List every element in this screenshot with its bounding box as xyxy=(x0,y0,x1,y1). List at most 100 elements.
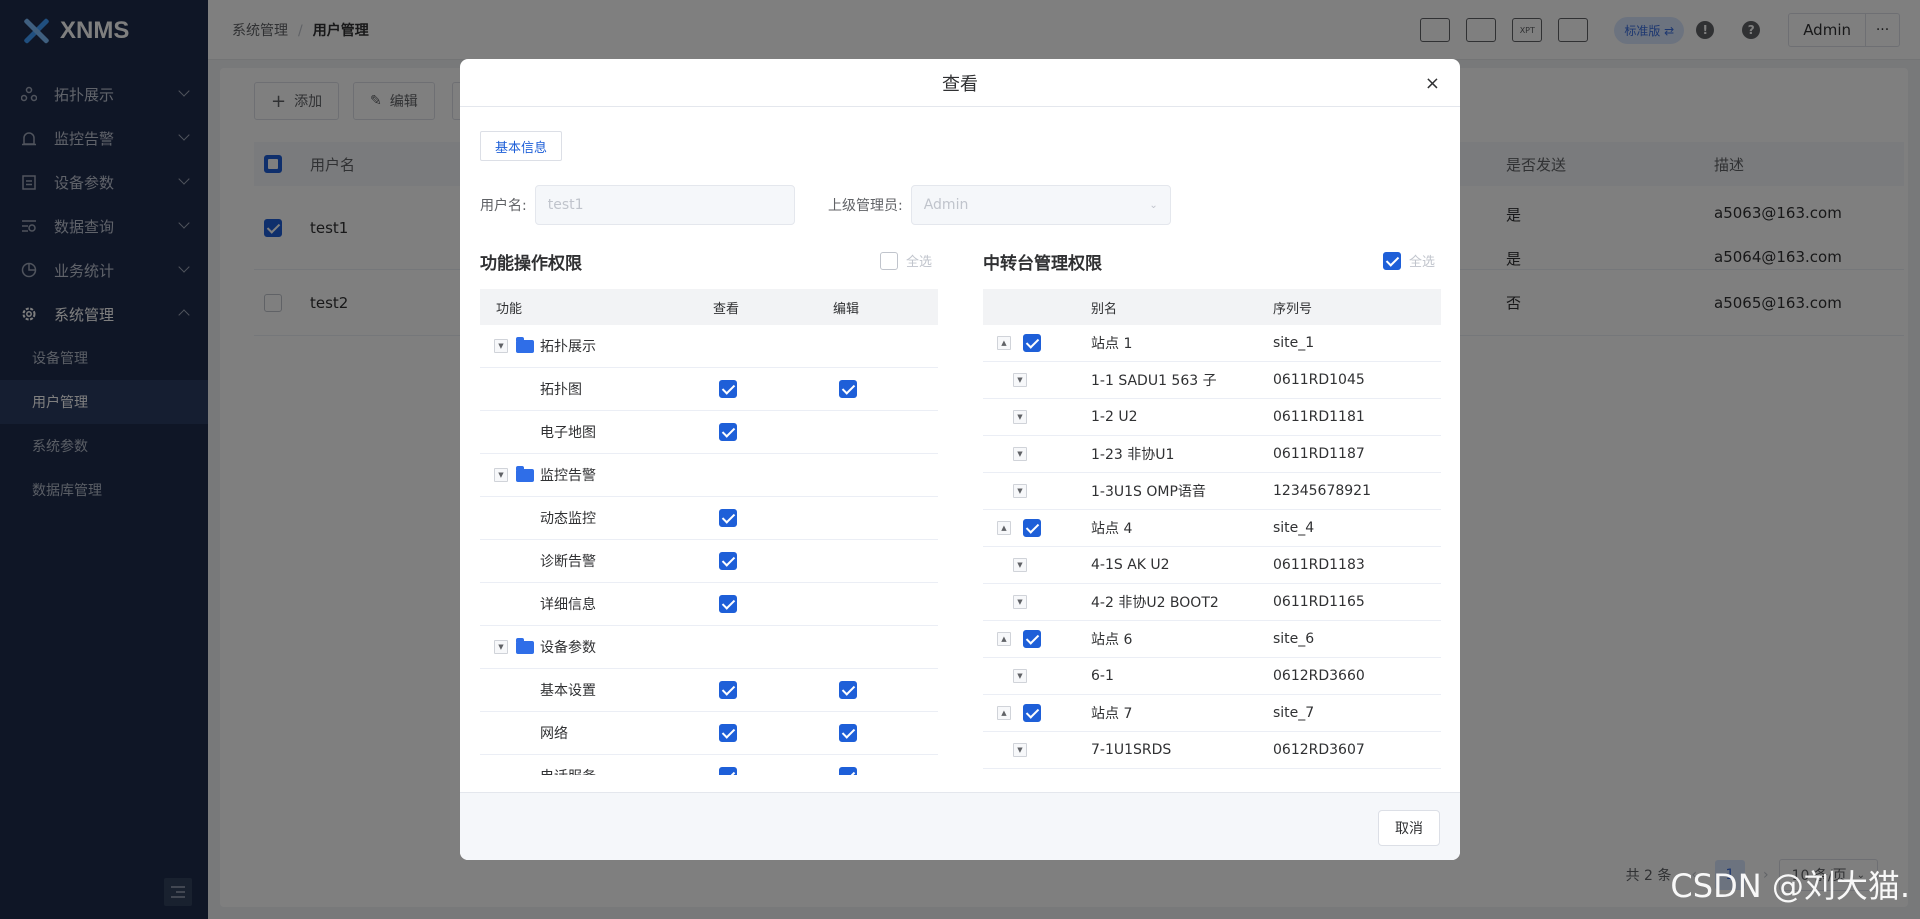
cell-serial: 0611RD1165 xyxy=(1273,594,1365,610)
manager-label: 上级管理员: xyxy=(828,198,903,214)
func-group-row: ▼ 拓扑展示 xyxy=(480,325,938,368)
cancel-button[interactable]: 取消 xyxy=(1378,810,1440,846)
site-checkbox[interactable] xyxy=(1023,519,1041,537)
site-checkbox[interactable] xyxy=(1023,704,1041,722)
edit-checkbox[interactable] xyxy=(839,724,857,742)
edit-checkbox[interactable] xyxy=(839,681,857,699)
edit-checkbox[interactable] xyxy=(839,767,857,775)
chevron-down-icon: ⌄ xyxy=(1149,199,1158,211)
view-checkbox[interactable] xyxy=(719,509,737,527)
collapse-toggle-icon[interactable]: ▼ xyxy=(1013,558,1027,572)
relay-site-row: ▲ 站点 7 site_7 xyxy=(983,695,1441,732)
collapse-toggle-icon[interactable]: ▼ xyxy=(1013,669,1027,683)
collapse-toggle-icon[interactable]: ▼ xyxy=(1013,410,1027,424)
dialog-footer: 取消 xyxy=(460,792,1460,860)
item-label: 详细信息 xyxy=(540,597,596,613)
username-label: 用户名: xyxy=(480,198,527,214)
column-edit: 编辑 xyxy=(833,301,860,317)
relay-select-all-checkbox[interactable] xyxy=(1383,251,1401,270)
collapse-toggle-icon[interactable]: ▼ xyxy=(494,468,508,482)
view-checkbox[interactable] xyxy=(719,423,737,441)
relay-device-row: ▼ 1-1 SADU1 563 子 0611RD1045 xyxy=(983,362,1441,399)
relay-select-all[interactable]: 全选 xyxy=(1383,251,1435,270)
edit-checkbox[interactable] xyxy=(839,380,857,398)
table-header: 别名 序列号 xyxy=(983,289,1441,325)
cell-alias: 1-2 U2 xyxy=(1091,409,1138,425)
username-field[interactable]: test1 xyxy=(534,185,795,225)
folder-icon xyxy=(516,465,534,482)
username-field-row: 用户名: test1 xyxy=(480,185,795,225)
view-checkbox[interactable] xyxy=(719,681,737,699)
view-checkbox[interactable] xyxy=(719,595,737,613)
view-checkbox[interactable] xyxy=(719,380,737,398)
table-header: 功能 查看 编辑 xyxy=(480,289,938,325)
relay-perm-table: 别名 序列号 ▲ 站点 1 site_1 ▼ 1-1 SADU1 563 子 0611RD… xyxy=(983,289,1441,769)
relay-device-row: ▼ 1-2 U2 0611RD1181 xyxy=(983,399,1441,436)
collapse-toggle-icon[interactable]: ▼ xyxy=(494,640,508,654)
column-func: 功能 xyxy=(496,301,523,317)
column-serial: 序列号 xyxy=(1273,301,1313,317)
cell-serial: 0611RD1181 xyxy=(1273,409,1365,425)
view-checkbox[interactable] xyxy=(719,767,737,775)
manager-value: Admin xyxy=(923,197,969,213)
cell-serial: 0611RD1187 xyxy=(1273,446,1365,462)
manager-field-row: 上级管理员: Admin ⌄ xyxy=(828,185,1171,225)
site-checkbox[interactable] xyxy=(1023,630,1041,648)
collapse-toggle-icon[interactable]: ▼ xyxy=(1013,447,1027,461)
func-item-row: 基本设置 xyxy=(480,669,938,712)
item-label: 拓扑图 xyxy=(540,382,582,398)
cell-serial: site_1 xyxy=(1273,335,1315,351)
func-select-all-checkbox[interactable] xyxy=(880,251,898,270)
cell-serial: site_7 xyxy=(1273,705,1315,721)
collapse-toggle-icon[interactable]: ▼ xyxy=(494,339,508,353)
func-item-row: 详细信息 xyxy=(480,583,938,626)
func-select-all[interactable]: 全选 xyxy=(880,251,932,270)
collapse-toggle-icon[interactable]: ▼ xyxy=(1013,484,1027,498)
expand-toggle-icon[interactable]: ▲ xyxy=(997,706,1011,720)
column-view: 查看 xyxy=(713,301,740,317)
func-perm-table: 功能 查看 编辑 ▼ 拓扑展示拓扑图电子地图 ▼ 监控告警动态监控诊断告警详细信息 ▼ 设… xyxy=(480,289,938,775)
cell-serial: 0611RD1045 xyxy=(1273,372,1365,388)
func-group-row: ▼ 设备参数 xyxy=(480,626,938,669)
expand-toggle-icon[interactable]: ▲ xyxy=(997,336,1011,350)
view-checkbox[interactable] xyxy=(719,552,737,570)
cell-alias: 1-3U1S OMP语音 xyxy=(1091,484,1206,500)
func-item-row: 电话服务 xyxy=(480,755,938,775)
expand-toggle-icon[interactable]: ▲ xyxy=(997,521,1011,535)
dialog-header: 查看 × xyxy=(460,59,1460,107)
cell-alias: 4-2 非协U2 BOOT2 xyxy=(1091,595,1219,611)
cell-serial: 0611RD1183 xyxy=(1273,557,1365,573)
cell-alias: 4-1S AK U2 xyxy=(1091,557,1170,573)
cell-alias: 站点 7 xyxy=(1091,706,1133,722)
dialog-title: 查看 xyxy=(942,73,978,95)
manager-select[interactable]: Admin ⌄ xyxy=(910,185,1171,225)
collapse-toggle-icon[interactable]: ▼ xyxy=(1013,373,1027,387)
cell-serial: 12345678921 xyxy=(1273,483,1371,499)
tab-basic-info[interactable]: 基本信息 xyxy=(480,131,563,161)
site-checkbox[interactable] xyxy=(1023,334,1041,352)
func-item-row: 诊断告警 xyxy=(480,540,938,583)
username-value: test1 xyxy=(547,197,584,213)
item-label: 动态监控 xyxy=(540,511,596,527)
cell-serial: 0612RD3607 xyxy=(1273,742,1365,758)
func-item-row: 拓扑图 xyxy=(480,368,938,411)
item-label: 电子地图 xyxy=(540,425,596,441)
collapse-toggle-icon[interactable]: ▼ xyxy=(1013,743,1027,757)
relay-device-row: ▼ 7-1U1SRDS 0612RD3607 xyxy=(983,732,1441,769)
relay-device-row: ▼ 6-1 0612RD3660 xyxy=(983,658,1441,695)
func-item-row: 电子地图 xyxy=(480,411,938,454)
view-dialog: 查看 × 基本信息 用户名: test1 上级管理员: Admin ⌄ 功能操作权… xyxy=(460,59,1460,860)
expand-toggle-icon[interactable]: ▲ xyxy=(997,632,1011,646)
cell-alias: 站点 1 xyxy=(1091,336,1133,352)
close-icon[interactable]: × xyxy=(1425,73,1440,94)
cell-serial: 0612RD3660 xyxy=(1273,668,1365,684)
func-group-row: ▼ 监控告警 xyxy=(480,454,938,497)
func-item-row: 动态监控 xyxy=(480,497,938,540)
relay-perm-title: 中转台管理权限 xyxy=(983,254,1102,274)
view-checkbox[interactable] xyxy=(719,724,737,742)
cell-alias: 站点 6 xyxy=(1091,632,1133,648)
relay-device-row: ▼ 4-1S AK U2 0611RD1183 xyxy=(983,547,1441,584)
collapse-toggle-icon[interactable]: ▼ xyxy=(1013,595,1027,609)
relay-site-row: ▲ 站点 4 site_4 xyxy=(983,510,1441,547)
item-label: 电话服务 xyxy=(540,766,596,775)
